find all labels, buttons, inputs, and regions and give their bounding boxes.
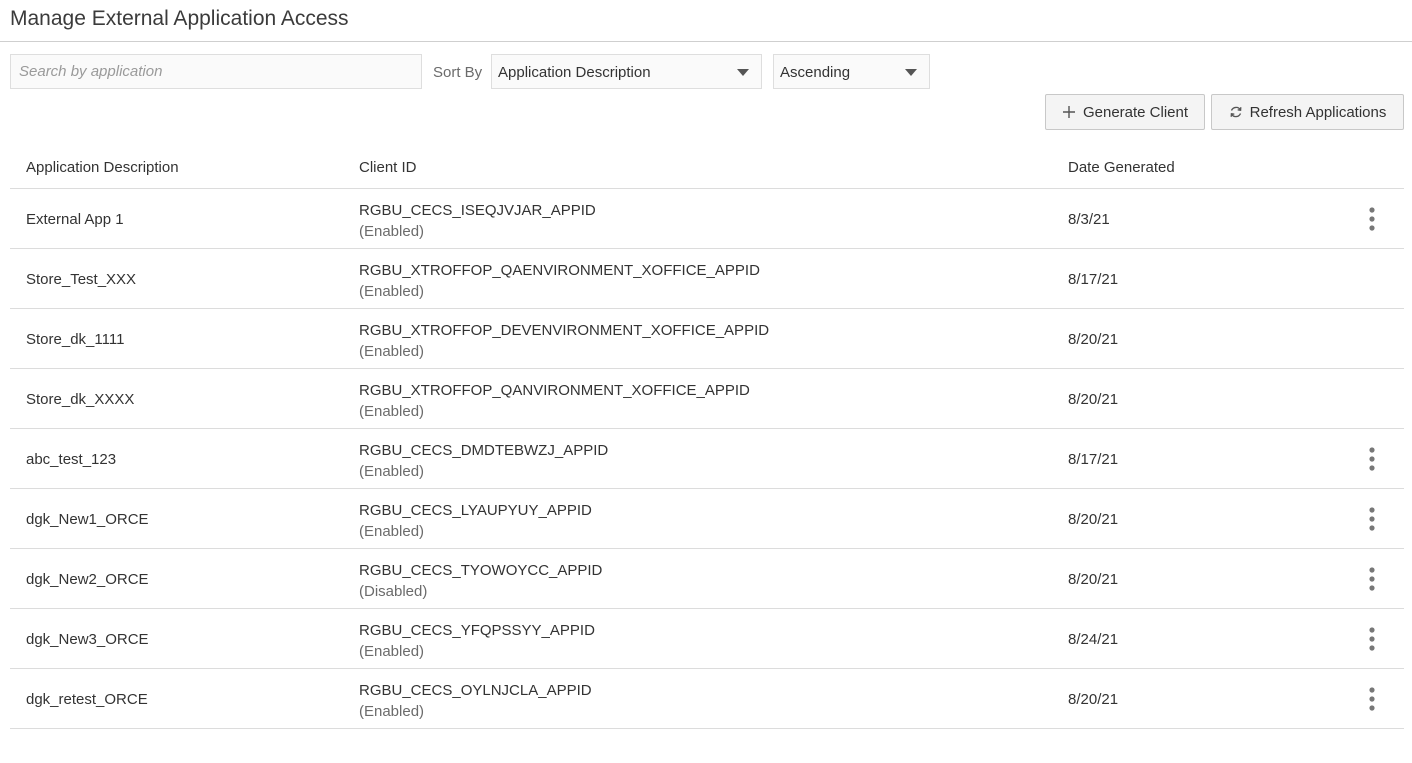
generate-client-label: Generate Client — [1082, 103, 1189, 121]
client-status: (Enabled) — [359, 283, 425, 300]
client-id: RGBU_CECS_OYLNJCLA_APPID — [359, 682, 592, 699]
application-description: Store_Test_XXX — [26, 271, 137, 288]
sort-field-select[interactable]: Application Description — [491, 54, 762, 89]
kebab-menu-icon[interactable] — [1364, 626, 1380, 652]
client-id: RGBU_CECS_YFQPSSYY_APPID — [359, 622, 595, 639]
date-generated: 8/20/21 — [1068, 511, 1119, 528]
date-generated: 8/20/21 — [1068, 331, 1119, 348]
client-id: RGBU_CECS_LYAUPYUY_APPID — [359, 502, 592, 519]
search-input[interactable] — [10, 54, 422, 89]
generate-client-button[interactable]: Generate Client — [1045, 94, 1205, 130]
date-generated: 8/20/21 — [1068, 571, 1119, 588]
application-description: External App 1 — [26, 211, 124, 228]
application-description: dgk_New2_ORCE — [26, 571, 149, 588]
date-generated: 8/20/21 — [1068, 691, 1119, 708]
sort-by-label: Sort By — [433, 64, 483, 81]
client-id: RGBU_CECS_TYOWOYCC_APPID — [359, 562, 603, 579]
chevron-down-icon — [905, 69, 917, 76]
refresh-icon — [1229, 105, 1243, 119]
date-generated: 8/24/21 — [1068, 631, 1119, 648]
kebab-menu-icon[interactable] — [1364, 566, 1380, 592]
date-generated: 8/17/21 — [1068, 271, 1119, 288]
table-row[interactable]: abc_test_123 RGBU_CECS_DMDTEBWZJ_APPID (En… — [10, 429, 1404, 489]
application-description: dgk_New3_ORCE — [26, 631, 149, 648]
client-id: RGBU_XTROFFOP_QAENVIRONMENT_XOFFICE_APPI… — [359, 262, 760, 279]
client-id: RGBU_XTROFFOP_QANVIRONMENT_XOFFICE_APPID — [359, 382, 750, 399]
sort-field-value: Application Description — [498, 64, 651, 81]
application-description: Store_dk_XXXX — [26, 391, 135, 408]
client-id-cell: RGBU_XTROFFOP_QAENVIRONMENT_XOFFICE_APPI… — [359, 260, 760, 302]
kebab-menu-icon[interactable] — [1364, 686, 1380, 712]
table-row[interactable]: dgk_New1_ORCE RGBU_CECS_LYAUPYUY_APPID (En… — [10, 489, 1404, 549]
table-row[interactable]: External App 1 RGBU_CECS_ISEQJVJAR_APPID (… — [10, 189, 1404, 249]
column-header-application-description[interactable]: Application Description — [26, 159, 179, 176]
application-description: abc_test_123 — [26, 451, 117, 468]
table-row[interactable]: Store_dk_XXXX RGBU_XTROFFOP_QANVIRONMENT_… — [10, 369, 1404, 429]
client-id-cell: RGBU_CECS_YFQPSSYY_APPID (Enabled) — [359, 620, 595, 662]
date-generated: 8/20/21 — [1068, 391, 1119, 408]
client-status: (Enabled) — [359, 463, 425, 480]
client-id: RGBU_CECS_DMDTEBWZJ_APPID — [359, 442, 609, 459]
client-status: (Enabled) — [359, 523, 425, 540]
page-title: Manage External Application Access — [10, 7, 349, 30]
client-status: (Enabled) — [359, 223, 425, 240]
table-header: Application Description Client ID Date G… — [10, 148, 1404, 189]
plus-icon — [1062, 105, 1076, 119]
table-row[interactable]: dgk_New3_ORCE RGBU_CECS_YFQPSSYY_APPID (En… — [10, 609, 1404, 669]
kebab-menu-icon[interactable] — [1364, 506, 1380, 532]
sort-order-select[interactable]: Ascending — [773, 54, 930, 89]
client-id-cell: RGBU_CECS_LYAUPYUY_APPID (Enabled) — [359, 500, 592, 542]
chevron-down-icon — [737, 69, 749, 76]
table-row[interactable]: dgk_retest_ORCE RGBU_CECS_OYLNJCLA_APPID (… — [10, 669, 1404, 729]
client-id-cell: RGBU_CECS_OYLNJCLA_APPID (Enabled) — [359, 680, 592, 722]
client-status: (Enabled) — [359, 343, 425, 360]
client-id-cell: RGBU_CECS_ISEQJVJAR_APPID (Enabled) — [359, 200, 596, 242]
table-row[interactable]: dgk_New2_ORCE RGBU_CECS_TYOWOYCC_APPID (Di… — [10, 549, 1404, 609]
column-header-date-generated[interactable]: Date Generated — [1068, 159, 1175, 176]
date-generated: 8/3/21 — [1068, 211, 1110, 228]
sort-order-value: Ascending — [780, 64, 851, 81]
application-description: dgk_New1_ORCE — [26, 511, 149, 528]
refresh-applications-label: Refresh Applications — [1249, 103, 1387, 121]
client-id-cell: RGBU_CECS_DMDTEBWZJ_APPID (Enabled) — [359, 440, 608, 482]
refresh-applications-button[interactable]: Refresh Applications — [1211, 94, 1404, 130]
client-id-cell: RGBU_XTROFFOP_DEVENVIRONMENT_XOFFICE_APP… — [359, 320, 769, 362]
table-body: External App 1 RGBU_CECS_ISEQJVJAR_APPID (… — [10, 189, 1404, 729]
application-description: Store_dk_1111 — [26, 331, 125, 348]
client-status: (Enabled) — [359, 403, 425, 420]
client-status: (Enabled) — [359, 703, 425, 720]
client-id-cell: RGBU_XTROFFOP_QANVIRONMENT_XOFFICE_APPID… — [359, 380, 750, 422]
applications-table: Application Description Client ID Date G… — [10, 148, 1404, 729]
client-status: (Enabled) — [359, 643, 425, 660]
client-id: RGBU_XTROFFOP_DEVENVIRONMENT_XOFFICE_APP… — [359, 322, 770, 339]
column-header-client-id[interactable]: Client ID — [359, 159, 417, 176]
manage-external-application-access-page: Manage External Application Access Sort … — [0, 0, 1412, 763]
date-generated: 8/17/21 — [1068, 451, 1119, 468]
title-bar: Manage External Application Access — [0, 0, 1412, 42]
client-status: (Disabled) — [359, 583, 428, 600]
client-id: RGBU_CECS_ISEQJVJAR_APPID — [359, 202, 596, 219]
table-row[interactable]: Store_dk_1111 RGBU_XTROFFOP_DEVENVIRONMEN… — [10, 309, 1404, 369]
kebab-menu-icon[interactable] — [1364, 446, 1380, 472]
application-description: dgk_retest_ORCE — [26, 691, 148, 708]
table-row[interactable]: Store_Test_XXX RGBU_XTROFFOP_QAENVIRONMEN… — [10, 249, 1404, 309]
client-id-cell: RGBU_CECS_TYOWOYCC_APPID (Disabled) — [359, 560, 602, 602]
kebab-menu-icon[interactable] — [1364, 206, 1380, 232]
